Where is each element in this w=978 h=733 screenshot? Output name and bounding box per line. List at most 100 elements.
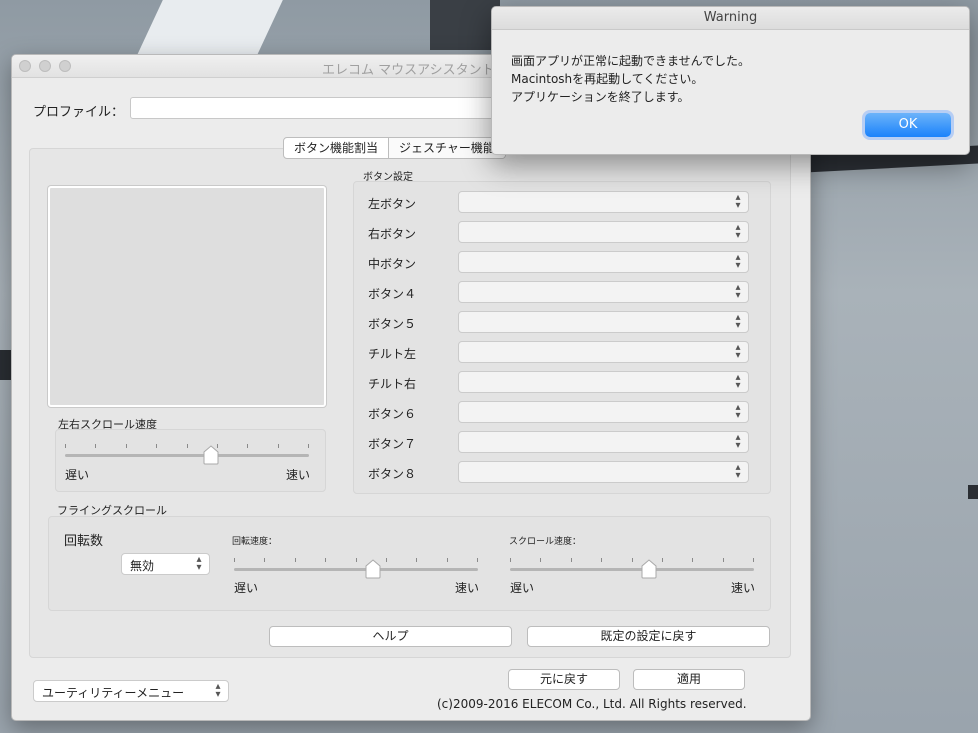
- revert-button[interactable]: 元に戻す: [508, 669, 620, 690]
- chevron-updown-icon: ▴ ▾: [735, 432, 741, 451]
- button-setting-label: 右ボタン: [368, 227, 417, 241]
- zoom-window-button[interactable]: [59, 60, 71, 72]
- button-setting-label: ボタン７: [368, 437, 417, 451]
- slider-tick: [234, 558, 235, 562]
- button-setting-select[interactable]: ▴ ▾: [458, 281, 749, 303]
- slider-tick: [295, 558, 296, 562]
- button-setting-select[interactable]: ▴ ▾: [458, 341, 749, 363]
- button-setting-label: チルト左: [368, 347, 417, 361]
- slider-tick: [65, 444, 66, 448]
- background-shape: [968, 485, 978, 499]
- scroll-speed-max-label: 速い: [731, 581, 756, 595]
- slider-thumb[interactable]: [365, 559, 381, 579]
- tab-button-assignment[interactable]: ボタン機能割当: [284, 138, 388, 158]
- slider-tick: [753, 558, 754, 562]
- chevron-updown-icon: ▴ ▾: [735, 462, 741, 481]
- slider-tick: [632, 558, 633, 562]
- help-button[interactable]: ヘルプ: [269, 626, 512, 647]
- slider-tick: [95, 444, 96, 448]
- chevron-updown-icon: ▴ ▾: [735, 282, 741, 301]
- slider-thumb[interactable]: [641, 559, 657, 579]
- utility-menu-select[interactable]: ユーティリティーメニュー ▴ ▾: [33, 680, 229, 702]
- reset-defaults-button[interactable]: 既定の設定に戻す: [527, 626, 770, 647]
- chevron-updown-icon: ▴ ▾: [215, 681, 221, 700]
- slider-tick: [386, 558, 387, 562]
- slider-tick: [187, 444, 188, 448]
- slider-tick: [692, 558, 693, 562]
- horizontal-scroll-slider[interactable]: [65, 438, 309, 468]
- slider-tick: [278, 444, 279, 448]
- slider-tick: [356, 558, 357, 562]
- slider-tick: [325, 558, 326, 562]
- slider-tick: [447, 558, 448, 562]
- chevron-updown-icon: ▴ ▾: [735, 222, 741, 241]
- warning-message-line: アプリケーションを終了します。: [511, 90, 690, 104]
- button-setting-select[interactable]: ▴ ▾: [458, 221, 749, 243]
- rotation-label: 回転数: [64, 534, 104, 549]
- chevron-updown-icon: ▴ ▾: [735, 372, 741, 391]
- slider-track: [65, 454, 309, 457]
- slider-tick: [540, 558, 541, 562]
- scroll-speed-min-label: 遅い: [510, 581, 535, 595]
- slider-tick: [477, 558, 478, 562]
- tab-gesture[interactable]: ジェスチャー機能: [388, 138, 505, 158]
- button-setting-select[interactable]: ▴ ▾: [458, 311, 749, 333]
- warning-message-line: Macintoshを再起動してください。: [511, 72, 704, 86]
- slider-tick: [156, 444, 157, 448]
- chevron-updown-icon: ▴ ▾: [735, 402, 741, 421]
- slider-track: [234, 568, 478, 571]
- background-shape: [430, 0, 500, 50]
- chevron-updown-icon: ▴ ▾: [735, 252, 741, 271]
- scroll-speed-label: スクロール速度：: [509, 537, 582, 547]
- button-setting-select[interactable]: ▴ ▾: [458, 191, 749, 213]
- chevron-updown-icon: ▴ ▾: [735, 192, 741, 211]
- button-setting-select[interactable]: ▴ ▾: [458, 461, 749, 483]
- slider-tick: [126, 444, 127, 448]
- button-setting-select[interactable]: ▴ ▾: [458, 431, 749, 453]
- horizontal-scroll-min-label: 遅い: [65, 468, 90, 482]
- rotation-select[interactable]: 無効 ▴ ▾: [121, 553, 210, 575]
- button-setting-label: ボタン５: [368, 317, 417, 331]
- background-shape: [137, 0, 283, 55]
- background-shape: [0, 350, 11, 380]
- button-setting-label: ボタン６: [368, 407, 417, 421]
- minimize-window-button[interactable]: [39, 60, 51, 72]
- warning-dialog: Warning 画面アプリが正常に起動できませんでした。 Macintoshを再…: [491, 6, 970, 155]
- slider-tick: [723, 558, 724, 562]
- warning-dialog-title: Warning: [492, 7, 969, 30]
- mouse-image-area: [48, 186, 326, 407]
- button-setting-label: ボタン８: [368, 467, 417, 481]
- apply-button[interactable]: 適用: [633, 669, 745, 690]
- button-setting-select[interactable]: ▴ ▾: [458, 251, 749, 273]
- button-setting-label: 中ボタン: [368, 257, 417, 271]
- slider-tick: [264, 558, 265, 562]
- rotation-speed-min-label: 遅い: [234, 581, 259, 595]
- chevron-updown-icon: ▴ ▾: [735, 342, 741, 361]
- rotation-speed-max-label: 速い: [455, 581, 480, 595]
- slider-tick: [416, 558, 417, 562]
- rotation-speed-label: 回転速度：: [232, 537, 278, 547]
- scroll-speed-slider[interactable]: [510, 552, 754, 582]
- slider-thumb[interactable]: [203, 445, 219, 465]
- slider-tick: [510, 558, 511, 562]
- chevron-updown-icon: ▴ ▾: [196, 554, 202, 573]
- window-title: エレコム マウスアシスタント５: [322, 63, 508, 78]
- profile-label: プロファイル：: [33, 105, 125, 120]
- close-window-button[interactable]: [19, 60, 31, 72]
- button-setting-label: チルト右: [368, 377, 417, 391]
- warning-message-line: 画面アプリが正常に起動できませんでした。: [511, 54, 751, 68]
- rotation-select-value: 無効: [130, 559, 155, 573]
- ok-button[interactable]: OK: [865, 113, 951, 137]
- slider-tick: [308, 444, 309, 448]
- slider-track: [510, 568, 754, 571]
- function-tabs: ボタン機能割当 ジェスチャー機能: [283, 137, 506, 159]
- button-setting-select[interactable]: ▴ ▾: [458, 401, 749, 423]
- slider-tick: [601, 558, 602, 562]
- slider-tick: [571, 558, 572, 562]
- rotation-speed-slider[interactable]: [234, 552, 478, 582]
- slider-tick: [247, 444, 248, 448]
- copyright-text: (c)2009-2016 ELECOM Co., Ltd. All Rights…: [437, 697, 747, 711]
- chevron-updown-icon: ▴ ▾: [735, 312, 741, 331]
- utility-menu-value: ユーティリティーメニュー: [42, 686, 185, 700]
- button-setting-select[interactable]: ▴ ▾: [458, 371, 749, 393]
